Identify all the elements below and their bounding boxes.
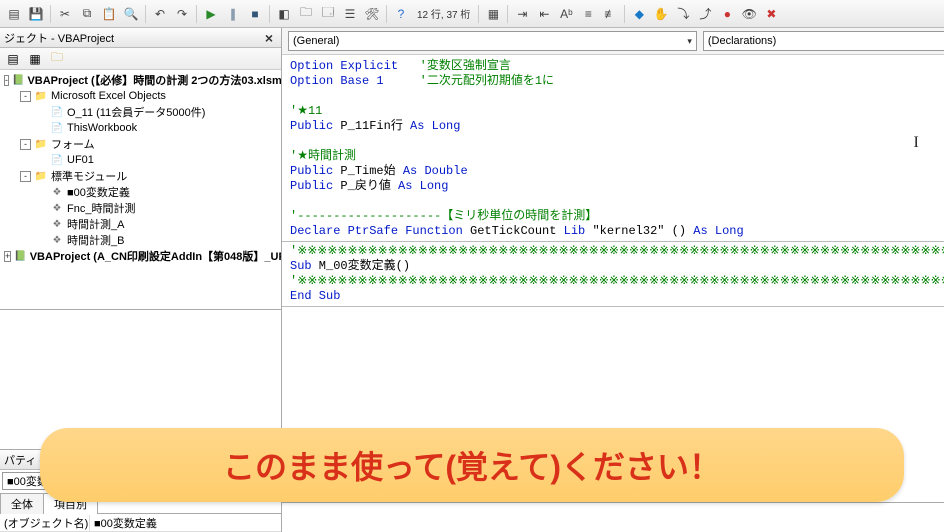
step-icon[interactable]: ⤵: [673, 4, 693, 24]
property-row[interactable]: (オブジェクト名)■00変数定義: [0, 514, 281, 532]
tool-b-icon[interactable]: Aᵇ: [556, 4, 576, 24]
collapse-icon[interactable]: -: [20, 139, 31, 150]
property-value[interactable]: ■00変数定義: [90, 515, 281, 531]
collapse-icon[interactable]: -: [20, 91, 31, 102]
main-toolbar: ▤ 💾 ✂ ⧉ 📋 🔍 ↶ ↷ ▶ ∥ ■ ◧ 🗀 🗔 ☰ 🛠 ? 12 行, …: [0, 0, 944, 28]
uncomment-icon[interactable]: ≢: [600, 4, 620, 24]
immediate-panel[interactable]: [282, 502, 944, 532]
expand-icon[interactable]: +: [4, 251, 11, 262]
save-icon[interactable]: 💾: [26, 4, 46, 24]
tree-node[interactable]: ❖時間計測_A: [0, 216, 281, 232]
tree-node-label: ThisWorkbook: [67, 122, 137, 134]
project-mini-toolbar: ▤ ▦ 🗀: [0, 48, 281, 70]
copy-icon[interactable]: ⧉: [77, 4, 97, 24]
tree-node-label: O_11 (11会員データ5000件): [67, 104, 205, 120]
tree-node-label: フォーム: [51, 136, 95, 152]
tool-a-icon[interactable]: ▦: [483, 4, 503, 24]
props-icon[interactable]: 🗔: [318, 4, 338, 24]
collapse-icon[interactable]: -: [4, 75, 9, 86]
mod-icon: ❖: [50, 218, 64, 230]
toolbox-icon[interactable]: 🛠: [362, 4, 382, 24]
tree-node-label: VBAProject (【必修】時間の計測 2つの方法03.xlsm: [27, 72, 281, 88]
view-code-icon[interactable]: ▤: [4, 50, 22, 68]
paste-icon[interactable]: 📋: [99, 4, 119, 24]
proj-icon: 📗: [12, 74, 24, 86]
tree-node-label: 標準モジュール: [51, 168, 127, 184]
mod-icon: ❖: [50, 186, 64, 198]
doc-icon: 📄: [50, 154, 64, 166]
tree-node-label: VBAProject (A_CN印刷設定AddIn【第048版】_UF: [30, 248, 281, 264]
clear-icon[interactable]: ✖: [761, 4, 781, 24]
project-tree[interactable]: -📗VBAProject (【必修】時間の計測 2つの方法03.xlsm-📁Mi…: [0, 70, 281, 310]
indent-icon[interactable]: ⇥: [512, 4, 532, 24]
outdent-icon[interactable]: ⇤: [534, 4, 554, 24]
procedure-dd-value: (Declarations): [708, 35, 776, 47]
caption-overlay: このまま使って(覚えて)ください！: [40, 428, 904, 502]
tree-node[interactable]: 📄UF01: [0, 152, 281, 168]
design-icon[interactable]: ◧: [274, 4, 294, 24]
cut-icon[interactable]: ✂: [55, 4, 75, 24]
bp-icon[interactable]: ●: [717, 4, 737, 24]
object-dd-value: (General): [293, 35, 339, 47]
project-panel-label: ジェクト - VBAProject: [4, 30, 114, 46]
tree-node[interactable]: -📁Microsoft Excel Objects: [0, 88, 281, 104]
proj-icon: 📗: [14, 250, 26, 262]
tree-node[interactable]: +📗 VBAProject (A_CN印刷設定AddIn【第048版】_UF: [0, 248, 281, 264]
collapse-icon[interactable]: -: [20, 171, 31, 182]
fold-icon: 📁: [34, 138, 48, 150]
tree-node[interactable]: ❖■00変数定義: [0, 184, 281, 200]
project-icon[interactable]: 🗀: [296, 4, 316, 24]
help-icon[interactable]: ?: [391, 4, 411, 24]
view-icon[interactable]: ▤: [4, 4, 24, 24]
doc-icon: 📄: [50, 122, 64, 134]
find-icon[interactable]: 🔍: [121, 4, 141, 24]
tree-node[interactable]: -📗VBAProject (【必修】時間の計測 2つの方法03.xlsm: [0, 72, 281, 88]
step2-icon[interactable]: ⤴: [695, 4, 715, 24]
undo-icon[interactable]: ↶: [150, 4, 170, 24]
property-name: (オブジェクト名): [0, 515, 90, 531]
mod-icon: ❖: [50, 202, 64, 214]
folder-icon[interactable]: 🗀: [48, 50, 66, 68]
tree-node[interactable]: 📄ThisWorkbook: [0, 120, 281, 136]
hand-icon[interactable]: ✋: [651, 4, 671, 24]
doc-icon: 📄: [50, 106, 64, 118]
tree-node-label: ■00変数定義: [67, 184, 130, 200]
chevron-down-icon: ▾: [687, 36, 692, 47]
text-cursor-icon: I: [914, 135, 919, 150]
comment-icon[interactable]: ≡: [578, 4, 598, 24]
mod-icon: ❖: [50, 234, 64, 246]
tree-node[interactable]: ❖Fnc_時間計測: [0, 200, 281, 216]
cursor-position: 12 行, 37 桁: [413, 6, 474, 21]
tree-node-label: UF01: [67, 154, 94, 166]
tree-node-label: Microsoft Excel Objects: [51, 90, 166, 102]
tree-node-label: 時間計測_B: [67, 232, 124, 248]
procedure-dropdown[interactable]: (Declarations) ▾: [703, 31, 944, 51]
pause-icon[interactable]: ∥: [223, 4, 243, 24]
fold-icon: 📁: [34, 90, 48, 102]
tree-node[interactable]: -📁標準モジュール: [0, 168, 281, 184]
stop-icon[interactable]: ■: [245, 4, 265, 24]
tree-node[interactable]: 📄O_11 (11会員データ5000件): [0, 104, 281, 120]
tree-node[interactable]: -📁フォーム: [0, 136, 281, 152]
browser-icon[interactable]: ☰: [340, 4, 360, 24]
tree-node-label: Fnc_時間計測: [67, 200, 135, 216]
tab-all[interactable]: 全体: [0, 493, 44, 514]
redo-icon[interactable]: ↷: [172, 4, 192, 24]
close-icon[interactable]: ×: [261, 30, 277, 46]
tree-node[interactable]: ❖時間計測_B: [0, 232, 281, 248]
project-panel-title: ジェクト - VBAProject ×: [0, 28, 281, 48]
bookmark-icon[interactable]: ◆: [629, 4, 649, 24]
watch-icon[interactable]: 👁: [739, 4, 759, 24]
object-dropdown[interactable]: (General) ▾: [288, 31, 697, 51]
fold-icon: 📁: [34, 170, 48, 182]
run-icon[interactable]: ▶: [201, 4, 221, 24]
tree-node-label: 時間計測_A: [67, 216, 124, 232]
view-object-icon[interactable]: ▦: [26, 50, 44, 68]
